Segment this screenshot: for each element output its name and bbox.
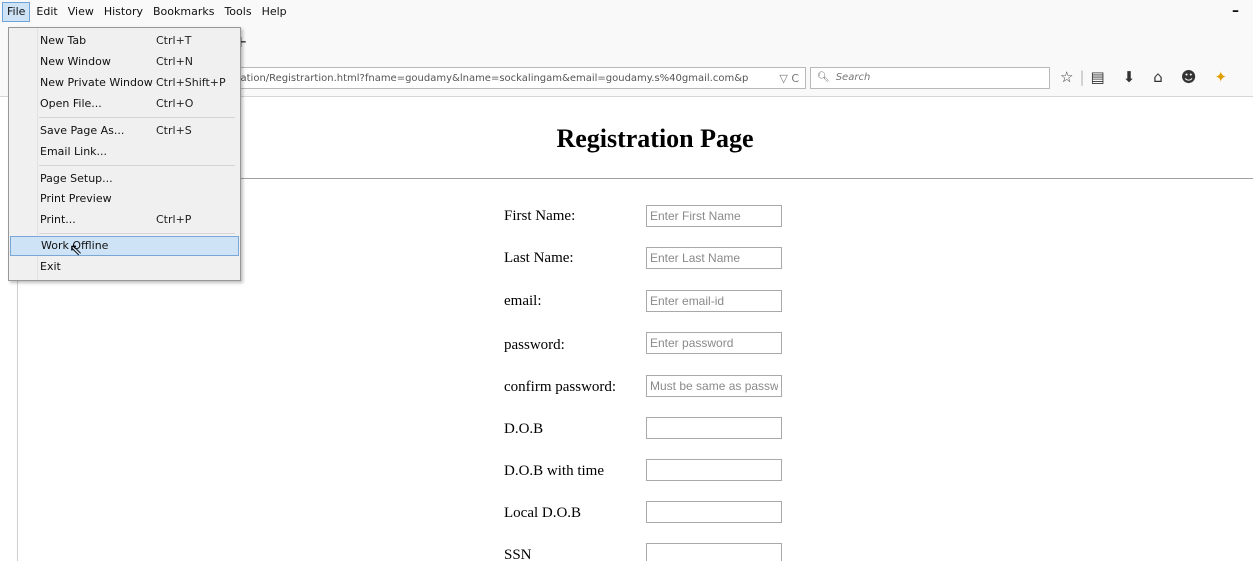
menu-help[interactable]: Help [258, 2, 291, 22]
last-name-label: Last Name: [504, 250, 574, 266]
reload-icon[interactable]: ▽ C [779, 68, 799, 88]
menu-item-print[interactable]: Print... Ctrl+P [10, 210, 237, 230]
browser-window: File Edit View History Bookmarks Tools H… [0, 0, 1253, 561]
menu-item-new-tab[interactable]: New Tab Ctrl+T [10, 31, 237, 51]
url-text: cation/Registrartion.html?fname=goudamy&… [235, 73, 749, 84]
menu-item-email-link[interactable]: Email Link... [10, 142, 237, 162]
dob-label: D.O.B [504, 421, 544, 437]
menu-item-label: New Window [40, 55, 111, 68]
menu-item-label: New Tab [40, 34, 87, 47]
menu-item-open-file[interactable]: Open File... Ctrl+O [10, 94, 237, 114]
menu-file[interactable]: File [2, 2, 31, 22]
search-box[interactable]: 🔍︎ [810, 67, 1050, 89]
star-icon[interactable]: ☆ [1060, 68, 1073, 86]
menu-item-shortcut: Ctrl+Shift+P [156, 76, 226, 89]
first-name-input[interactable] [646, 205, 782, 227]
menu-tools[interactable]: Tools [220, 2, 255, 22]
toolbar-separator: | [1079, 68, 1085, 86]
menu-view[interactable]: View [64, 2, 98, 22]
menu-item-shortcut: Ctrl+S [156, 124, 192, 137]
email-label: email: [504, 293, 542, 309]
first-name-label: First Name: [504, 208, 576, 224]
menu-item-shortcut: Ctrl+N [156, 55, 194, 68]
menu-item-shortcut: Ctrl+T [156, 34, 192, 47]
dob-with-time-label: D.O.B with time [504, 463, 604, 479]
menu-item-exit[interactable]: Exit [10, 257, 237, 277]
menu-item-label: Exit [40, 260, 61, 273]
menu-item-new-private-window[interactable]: New Private Window Ctrl+Shift+P [10, 73, 237, 93]
menu-item-save-page-as[interactable]: Save Page As... Ctrl+S [10, 121, 237, 141]
ssn-label: SSN [504, 547, 532, 561]
password-label: password: [504, 337, 565, 353]
last-name-input[interactable] [646, 247, 782, 269]
menu-history[interactable]: History [100, 2, 147, 22]
extension-icon[interactable]: ✦ [1214, 68, 1227, 86]
toolbar-icons: ☆ | ▤ ⬇ ⌂ ☻ ✦ [1060, 68, 1227, 86]
menu-separator [39, 117, 235, 118]
menu-item-label: Print Preview [40, 192, 112, 205]
menu-item-label: Save Page As... [40, 124, 125, 137]
confirm-password-label: confirm password: [504, 379, 617, 395]
menu-separator [39, 165, 235, 166]
search-input[interactable] [833, 71, 1028, 84]
minimize-button[interactable]: – [1232, 3, 1239, 19]
divider [236, 178, 1253, 179]
url-bar[interactable]: cation/Registrartion.html?fname=goudamy&… [230, 67, 806, 89]
menu-item-work-offline[interactable]: Work Offline [10, 236, 239, 256]
mouse-cursor-icon: ⇖ [69, 240, 83, 259]
search-icon: 🔍︎ [817, 72, 830, 83]
file-menu-dropdown: New Tab Ctrl+T New Window Ctrl+N New Pri… [8, 27, 241, 281]
menu-item-page-setup[interactable]: Page Setup... [10, 169, 237, 189]
menu-item-label: New Private Window [40, 76, 153, 89]
password-input[interactable] [646, 332, 782, 354]
reading-list-icon[interactable]: ▤ [1091, 68, 1105, 86]
email-input[interactable] [646, 290, 782, 312]
menu-item-new-window[interactable]: New Window Ctrl+N [10, 52, 237, 72]
home-icon[interactable]: ⌂ [1153, 68, 1163, 86]
menu-item-label: Email Link... [40, 145, 108, 158]
menu-item-shortcut: Ctrl+P [156, 213, 192, 226]
menu-item-label: Open File... [40, 97, 102, 110]
menu-edit[interactable]: Edit [32, 2, 61, 22]
ssn-input[interactable] [646, 543, 782, 561]
download-icon[interactable]: ⬇ [1123, 68, 1136, 86]
menu-item-shortcut: Ctrl+O [156, 97, 194, 110]
confirm-password-input[interactable] [646, 375, 782, 397]
menu-item-label: Page Setup... [40, 172, 113, 185]
dob-input[interactable] [646, 417, 782, 439]
menu-separator [39, 233, 235, 234]
menu-item-label: Print... [40, 213, 76, 226]
local-dob-input[interactable] [646, 501, 782, 523]
dob-with-time-input[interactable] [646, 459, 782, 481]
local-dob-label: Local D.O.B [504, 505, 582, 521]
menu-item-print-preview[interactable]: Print Preview [10, 189, 237, 209]
menubar: File Edit View History Bookmarks Tools H… [0, 0, 1253, 24]
menu-bookmarks[interactable]: Bookmarks [149, 2, 218, 22]
chat-icon[interactable]: ☻ [1181, 68, 1197, 86]
